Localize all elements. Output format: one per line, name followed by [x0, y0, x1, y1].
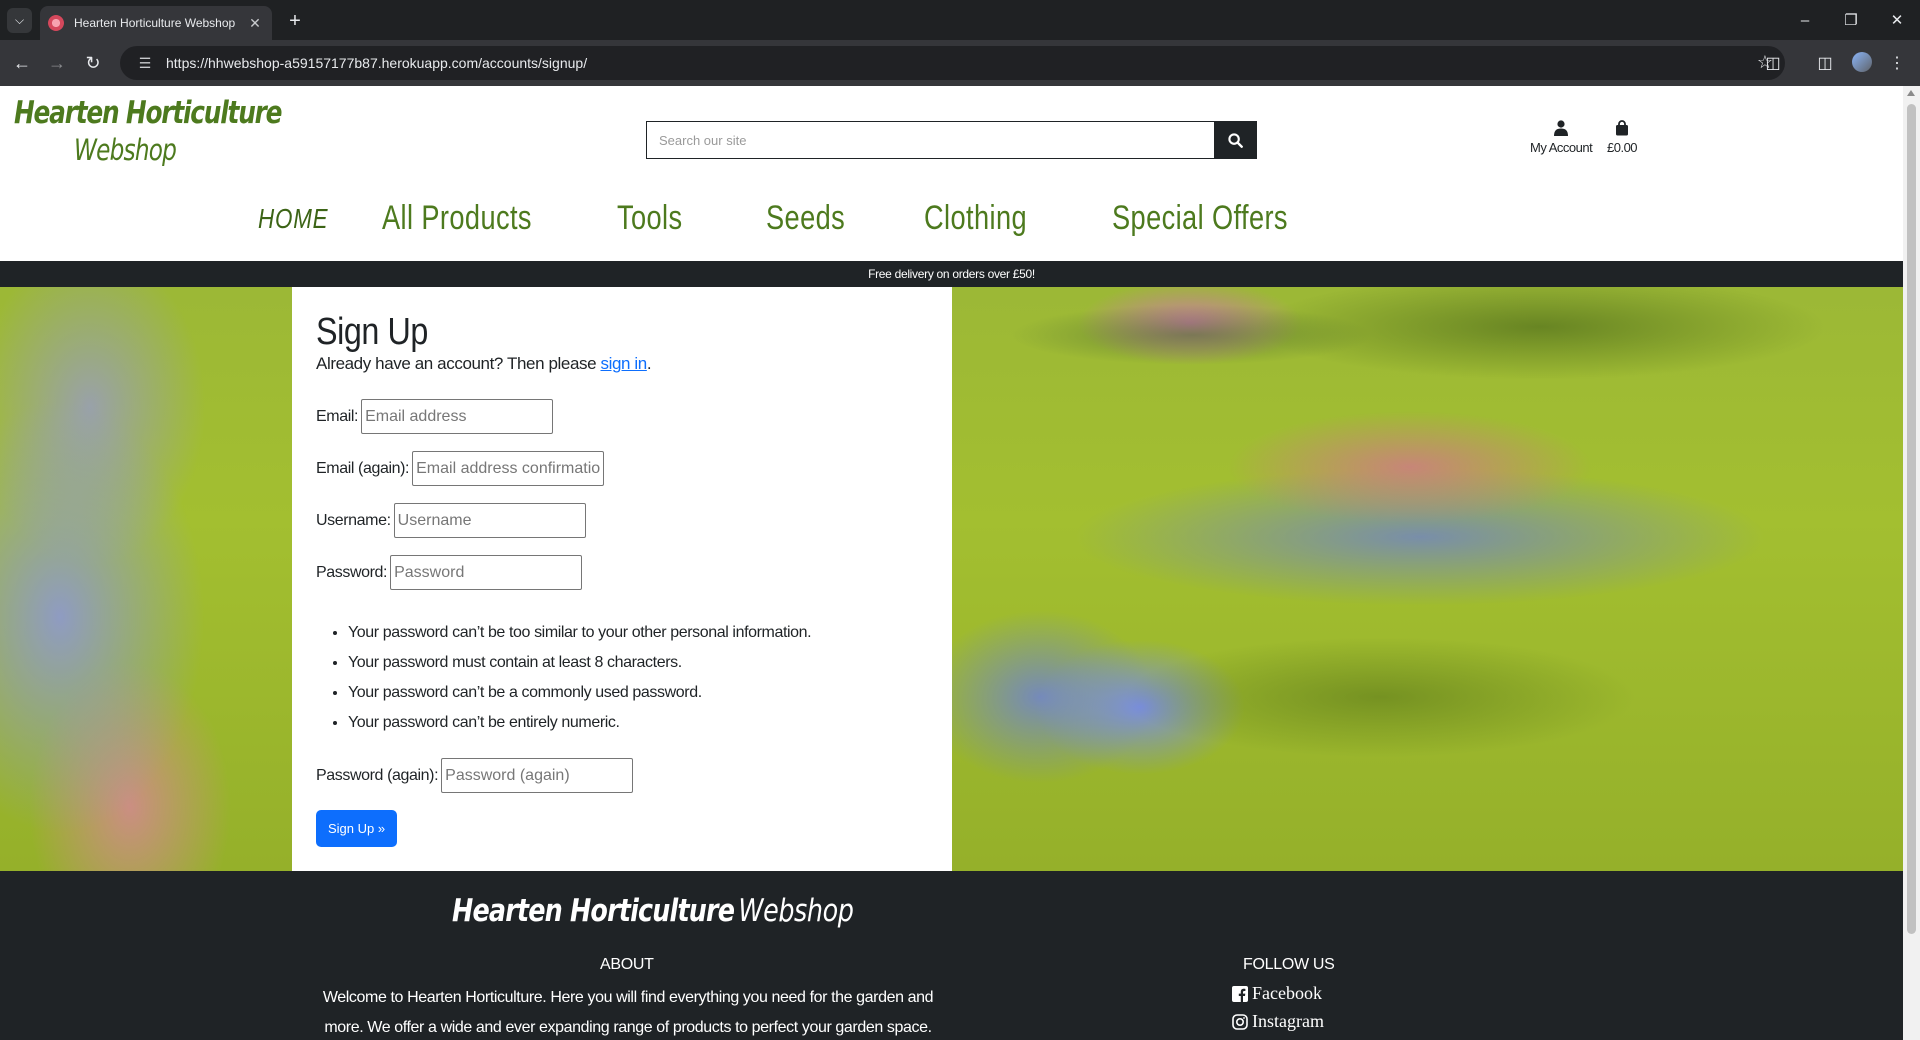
close-tab-icon[interactable]: ✕: [244, 12, 266, 34]
browser-tabbar: ⌵ Hearten Horticulture Webshop ✕ + – ❐ ✕: [0, 0, 1920, 40]
profile-avatar-icon[interactable]: [1852, 52, 1872, 72]
password-field[interactable]: [390, 555, 583, 590]
close-window-icon[interactable]: ✕: [1882, 8, 1912, 32]
signup-card: Sign Up Already have an account? Then pl…: [292, 287, 952, 871]
extensions-icon[interactable]: ◫: [1760, 50, 1786, 76]
back-icon[interactable]: ←: [9, 50, 35, 76]
my-account-link[interactable]: My Account: [1530, 120, 1593, 155]
email-confirm-field[interactable]: [412, 451, 605, 486]
user-icon: [1554, 120, 1569, 136]
address-url: https://hhwebshop-a59157177b87.herokuapp…: [166, 55, 588, 71]
sign-in-link[interactable]: sign in: [601, 354, 648, 374]
sign-up-button[interactable]: Sign Up »: [316, 810, 398, 847]
instagram-label: Instagram: [1252, 1011, 1324, 1031]
favicon-icon: [48, 15, 64, 31]
address-bar[interactable]: ☰ https://hhwebshop-a59157177b87.herokua…: [120, 46, 1785, 80]
page-scrollbar[interactable]: [1903, 86, 1920, 1040]
list-item: Your password can’t be a commonly used p…: [348, 680, 811, 710]
facebook-label: Facebook: [1252, 983, 1322, 1003]
reload-icon[interactable]: ↻: [80, 50, 106, 76]
logo-line1: Hearten Horticulture: [14, 95, 283, 131]
scrollbar-thumb[interactable]: [1907, 104, 1916, 934]
tab-search-chevron-down-icon[interactable]: ⌵: [7, 8, 32, 33]
nav-clothing[interactable]: Clothing: [924, 199, 1027, 238]
my-account-label: My Account: [1530, 140, 1593, 155]
forward-icon[interactable]: →: [44, 50, 70, 76]
password-row: Password:: [316, 555, 583, 590]
password-label: Password:: [316, 563, 388, 581]
minimize-icon[interactable]: –: [1790, 8, 1820, 32]
site-footer: Hearten Horticulture Webshop ABOUT Welco…: [0, 871, 1903, 1040]
site-info-icon[interactable]: ☰: [130, 55, 160, 72]
signin-prompt-text: Already have an account? Then please: [316, 354, 597, 373]
main-nav: HOME All Products Tools Seeds Clothing S…: [0, 199, 1903, 249]
facebook-icon: [1232, 985, 1248, 1002]
nav-special-offers[interactable]: Special Offers: [1112, 199, 1288, 238]
password2-label: Password (again):: [316, 766, 439, 784]
password2-row: Password (again):: [316, 758, 634, 793]
footer-logo-part1: Hearten Horticulture: [452, 893, 735, 929]
browser-tab[interactable]: Hearten Horticulture Webshop ✕: [40, 6, 272, 40]
facebook-link[interactable]: Facebook: [1232, 983, 1322, 1004]
list-item: Your password can’t be entirely numeric.: [348, 710, 811, 740]
username-label: Username:: [316, 511, 391, 529]
email-label: Email:: [316, 407, 359, 425]
tab-title: Hearten Horticulture Webshop: [74, 16, 236, 30]
email2-label: Email (again):: [316, 459, 410, 477]
password-confirm-field[interactable]: [441, 758, 634, 793]
site-logo[interactable]: Hearten Horticulture Webshop: [14, 98, 348, 165]
search-input[interactable]: [647, 122, 1214, 158]
email2-row: Email (again):: [316, 451, 605, 486]
basket-total: £0.00: [1607, 140, 1638, 155]
sidepanel-icon[interactable]: ◫: [1812, 50, 1838, 76]
menu-icon[interactable]: ⋮: [1884, 50, 1910, 76]
about-text: Welcome to Hearten Horticulture. Here yo…: [322, 989, 934, 1036]
instagram-link[interactable]: Instagram: [1232, 1011, 1324, 1032]
list-item: Your password can’t be too similar to yo…: [348, 620, 812, 650]
nav-seeds[interactable]: Seeds: [766, 199, 845, 238]
search-icon: [1227, 132, 1243, 148]
search-button[interactable]: [1214, 122, 1256, 158]
nav-all-products[interactable]: All Products: [382, 199, 532, 238]
browser-toolbar: ← → ↻ ☰ https://hhwebshop-a59157177b87.h…: [0, 40, 1920, 86]
follow-heading: FOLLOW US: [1243, 956, 1335, 973]
signin-prompt: Already have an account? Then please sig…: [316, 354, 652, 374]
page-title: Sign Up: [316, 311, 428, 353]
nav-home[interactable]: HOME: [258, 203, 328, 235]
site-search-form: [646, 121, 1257, 159]
username-row: Username:: [316, 503, 586, 538]
instagram-icon: [1232, 1013, 1248, 1030]
scroll-up-arrow-icon[interactable]: [1907, 90, 1915, 96]
nav-tools[interactable]: Tools: [617, 199, 683, 238]
footer-logo[interactable]: Hearten Horticulture Webshop: [452, 893, 854, 929]
bag-icon: [1616, 120, 1629, 136]
email-row: Email:: [316, 399, 554, 434]
list-item: Your password must contain at least 8 ch…: [348, 650, 811, 680]
username-field[interactable]: [393, 503, 586, 538]
logo-line2: Webshop: [74, 133, 177, 167]
basket-link[interactable]: £0.00: [1607, 120, 1638, 155]
page-viewport: Hearten Horticulture Webshop My Account …: [0, 86, 1903, 1040]
new-tab-plus-icon[interactable]: +: [282, 8, 308, 34]
password-help-list: Your password can’t be too similar to yo…: [316, 620, 812, 740]
delivery-banner: Free delivery on orders over £50!: [0, 261, 1903, 287]
email-field[interactable]: [361, 399, 554, 434]
about-heading: ABOUT: [600, 956, 654, 973]
footer-logo-part2: Webshop: [738, 893, 854, 929]
restore-icon[interactable]: ❐: [1836, 8, 1866, 32]
